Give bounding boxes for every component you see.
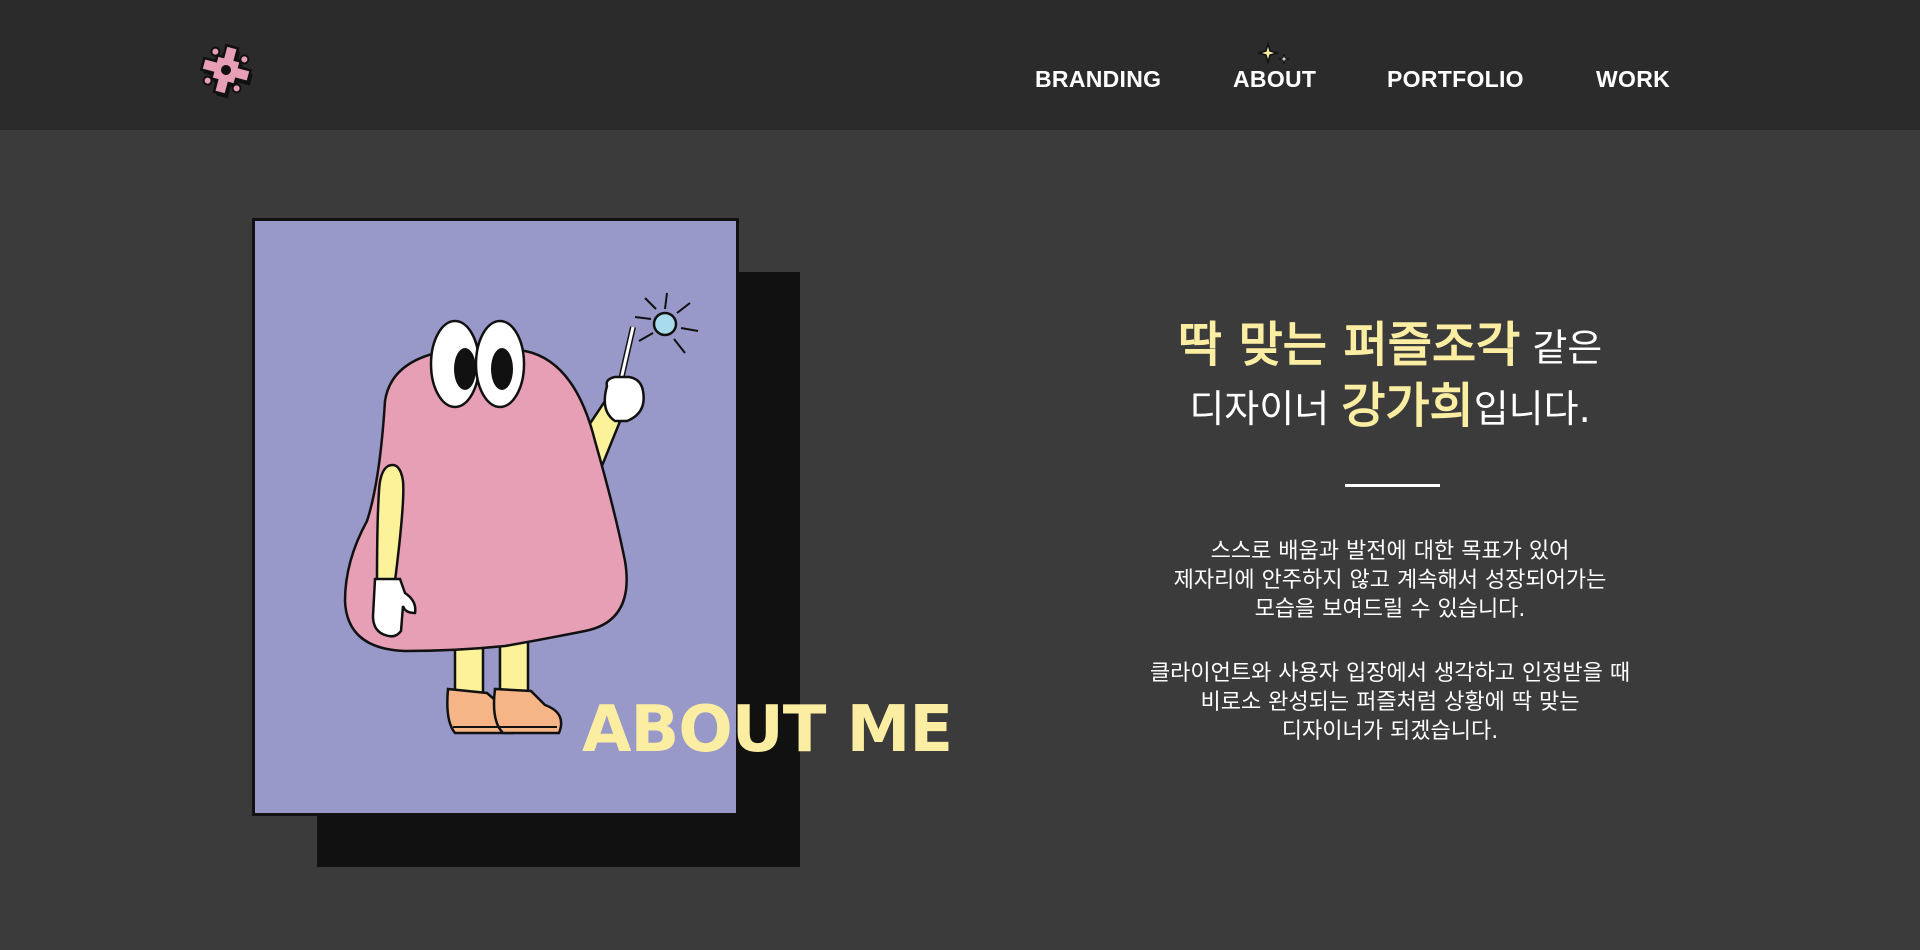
nav-portfolio[interactable]: PORTFOLIO — [1387, 66, 1524, 93]
paragraph-line: 비로소 완성되는 퍼즐처럼 상황에 딱 맞는 — [1200, 690, 1580, 715]
headline-highlight-puzzle: 딱 맞는 퍼즐조각 — [1177, 317, 1521, 373]
paragraph-line: 스스로 배움과 발전에 대한 목표가 있어 — [1210, 539, 1570, 564]
sparkle-icon — [1256, 41, 1294, 68]
intro-paragraph-1: 스스로 배움과 발전에 대한 목표가 있어 제자리에 안주하지 않고 계속해서 … — [1040, 537, 1740, 624]
paragraph-line: 클라이언트와 사용자 입장에서 생각하고 인정받을 때 — [1149, 661, 1631, 686]
headline-line2-suffix: 입니다. — [1473, 387, 1591, 431]
intro-paragraph-2: 클라이언트와 사용자 입장에서 생각하고 인정받을 때 비로소 완성되는 퍼즐처… — [1040, 659, 1740, 746]
nav-work[interactable]: WORK — [1596, 66, 1670, 93]
headline-highlight-name: 강가희 — [1341, 378, 1474, 434]
section-title: ABOUT ME — [582, 693, 953, 767]
paragraph-line: 디자이너가 되겠습니다. — [1281, 719, 1499, 744]
headline-line1-rest: 같은 — [1520, 326, 1603, 370]
headline-line2-prefix: 디자이너 — [1189, 387, 1342, 431]
nav-branding[interactable]: BRANDING — [1035, 66, 1161, 93]
puzzle-asterisk-icon[interactable] — [196, 40, 256, 100]
site-header: BRANDING ABOUT PORTFOLIO WORK — [0, 0, 1920, 130]
paragraph-line: 제자리에 안주하지 않고 계속해서 성장되어가는 — [1173, 568, 1607, 593]
nav-about[interactable]: ABOUT — [1233, 66, 1316, 93]
paragraph-line: 모습을 보여드릴 수 있습니다. — [1254, 597, 1526, 622]
divider — [1345, 484, 1440, 487]
headline: 딱 맞는 퍼즐조각 같은 디자이너 강가희입니다. — [1040, 316, 1740, 438]
